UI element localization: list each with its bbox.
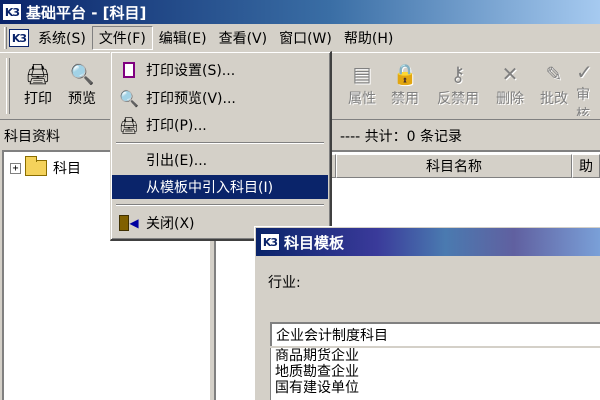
dialog-title-bar[interactable]: K3 科目模板 bbox=[256, 228, 600, 256]
batch-edit-icon: ✎ bbox=[545, 62, 563, 86]
menu-view[interactable]: 查看(V) bbox=[213, 26, 274, 50]
delete-x-icon: ✕ bbox=[501, 62, 519, 86]
exit-door-icon: ◀ bbox=[112, 215, 146, 231]
menu-edit[interactable]: 编辑(E) bbox=[153, 26, 213, 50]
print-button[interactable]: 🖨 打印 bbox=[16, 60, 60, 116]
list-item[interactable]: 商品期货企业 bbox=[271, 348, 600, 364]
batch-edit-button-label: 批改 bbox=[540, 91, 568, 107]
app-logo-icon: K3 bbox=[2, 3, 22, 21]
undisable-button-label: 反禁用 bbox=[437, 91, 479, 107]
industry-options-list[interactable]: 商品期货企业 地质勘查企业 国有建设单位 bbox=[270, 348, 600, 400]
menu-system[interactable]: 系统(S) bbox=[32, 26, 92, 50]
key-icon: ⚷ bbox=[450, 62, 466, 86]
record-count: ---- 共计：0 条记录 bbox=[340, 129, 463, 145]
print-button-label: 打印 bbox=[24, 91, 52, 107]
properties-button[interactable]: ▤ 属性 bbox=[340, 60, 384, 116]
page-setup-icon bbox=[112, 62, 146, 78]
tree-node-root[interactable]: + 科目 bbox=[10, 156, 81, 178]
column-header-name[interactable]: 科目名称 bbox=[336, 154, 572, 178]
folder-icon bbox=[25, 156, 47, 176]
menu-separator bbox=[116, 204, 324, 206]
undisable-button[interactable]: ⚷ 反禁用 bbox=[428, 60, 488, 116]
properties-button-label: 属性 bbox=[348, 91, 376, 107]
preview-button[interactable]: 🔍 预览 bbox=[60, 60, 104, 116]
expand-plus-icon[interactable]: + bbox=[10, 162, 21, 174]
menu-separator bbox=[116, 142, 324, 144]
menu-item-print-setup[interactable]: 打印设置(S)... bbox=[112, 58, 328, 82]
menu-item-print[interactable]: 🖨 打印(P)... bbox=[112, 113, 328, 137]
industry-label: 行业: bbox=[268, 275, 301, 291]
menu-item-print-preview[interactable]: 🔍 打印预览(V)... bbox=[112, 86, 328, 110]
preview-icon: 🔍 bbox=[119, 88, 139, 108]
check-icon: ✓ bbox=[576, 60, 593, 84]
k3-menu-icon[interactable]: K3 bbox=[9, 29, 29, 47]
title-bar: K3 基础平台 - [科目] bbox=[0, 0, 600, 24]
menu-bar: K3 系统(S) 文件(F) 编辑(E) 查看(V) 窗口(W) 帮助(H) bbox=[0, 24, 600, 52]
tree-node-label: 科目 bbox=[53, 161, 81, 177]
delete-button-label: 删除 bbox=[496, 91, 524, 107]
window-title: 基础平台 - [科目] bbox=[26, 3, 147, 22]
disable-button-label: 禁用 bbox=[391, 91, 419, 107]
printer-icon: 🖨 bbox=[25, 62, 51, 86]
review-button-label: 审核 bbox=[576, 87, 590, 116]
batch-edit-button[interactable]: ✎ 批改 bbox=[532, 60, 576, 116]
disable-button[interactable]: 🔒 禁用 bbox=[383, 60, 427, 116]
menu-item-export[interactable]: 引出(E)... bbox=[112, 148, 328, 172]
app-logo-icon: K3 bbox=[260, 233, 280, 251]
preview-icon: 🔍 bbox=[69, 62, 95, 86]
properties-icon: ▤ bbox=[352, 62, 372, 86]
toolbar-grip bbox=[6, 58, 10, 114]
menubar-grip bbox=[4, 27, 7, 49]
printer-icon: 🖨 bbox=[118, 115, 140, 135]
dialog-title: 科目模板 bbox=[284, 233, 345, 252]
review-button[interactable]: ✓ 审核 bbox=[576, 60, 600, 116]
list-item[interactable]: 国有建设单位 bbox=[271, 380, 600, 396]
menu-help[interactable]: 帮助(H) bbox=[338, 26, 399, 50]
lock-icon: 🔒 bbox=[392, 62, 418, 86]
column-header-aux[interactable]: 助 bbox=[572, 154, 600, 178]
menu-item-import-template[interactable]: 从模板中引入科目(I) bbox=[112, 175, 328, 199]
menu-file[interactable]: 文件(F) bbox=[91, 26, 153, 50]
preview-button-label: 预览 bbox=[68, 91, 96, 107]
left-panel-header: 科目资料 bbox=[4, 129, 60, 145]
industry-select[interactable]: 企业会计制度科目 bbox=[270, 322, 600, 346]
delete-button[interactable]: ✕ 删除 bbox=[488, 60, 532, 116]
menu-window[interactable]: 窗口(W) bbox=[273, 26, 338, 50]
list-item[interactable]: 地质勘查企业 bbox=[271, 364, 600, 380]
